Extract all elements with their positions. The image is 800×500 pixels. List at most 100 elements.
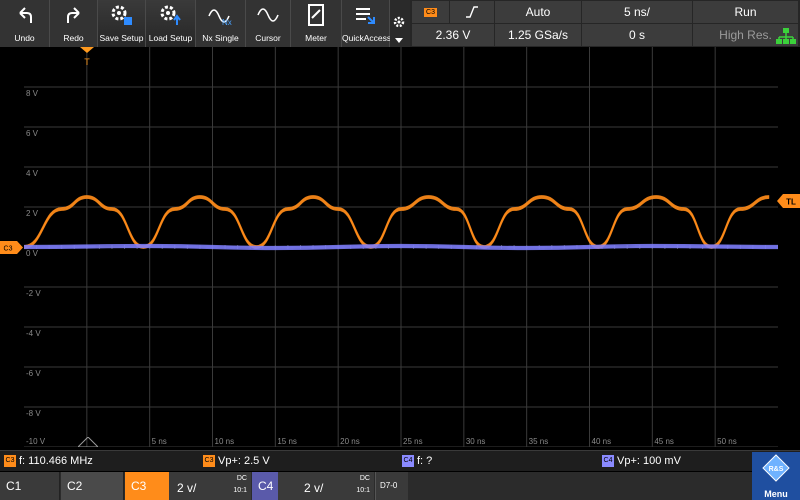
meter-icon [308, 4, 324, 26]
measurement-badge: C4 [602, 455, 614, 467]
channel-scale: 2 v/ [177, 481, 197, 495]
channel-name: C3 [131, 479, 147, 493]
x-tick-label: 50 ns [717, 437, 737, 446]
channel-name: C1 [6, 479, 22, 493]
measurement-badge: C3 [203, 455, 215, 467]
x-tick-label: 30 ns [466, 437, 486, 446]
channel-name: C2 [67, 479, 83, 493]
cursor-icon [257, 8, 279, 22]
measurement-c4-frequency[interactable]: C4 f: ? [402, 454, 432, 468]
y-tick-label: 4 V [26, 169, 39, 178]
nx-icon-text: Nx [222, 18, 232, 26]
save-setup-label: Save Setup [99, 33, 144, 43]
waveform-plot[interactable]: 8 V 6 V 4 V 2 V 0 V -2 V -4 V -6 V -8 V -10 V 5 n… [24, 47, 778, 447]
y-tick-label: 0 V [26, 249, 39, 258]
nx-single-icon: Nx [207, 9, 232, 26]
sample-rate[interactable]: 1.25 GSa/s [495, 24, 581, 46]
x-tick-label: 40 ns [592, 437, 612, 446]
x-tick-label: 20 ns [340, 437, 360, 446]
channel-c3-button[interactable]: C3 2 v/ DC 10:1 [125, 472, 251, 500]
x-tick-label: 25 ns [403, 437, 423, 446]
rohde-schwarz-logo: R&S [762, 454, 790, 482]
time-offset[interactable]: 0 s [582, 24, 692, 46]
channel-coupling: DC [359, 475, 370, 482]
y-tick-label: -2 V [26, 289, 41, 298]
undo-button[interactable]: Undo [0, 0, 50, 47]
x-tick-label: 35 ns [529, 437, 549, 446]
save-setup-button[interactable]: Save Setup [98, 0, 146, 47]
y-tick-label: 2 V [26, 209, 39, 218]
right-marker-strip [778, 47, 800, 447]
toolbar-settings-button[interactable] [390, 0, 408, 47]
meter-button[interactable]: Meter [291, 0, 342, 47]
gear-icon [393, 16, 405, 28]
x-tick-label: 45 ns [654, 437, 674, 446]
x-tick-label: 10 ns [215, 437, 235, 446]
status-panel: C3 Auto 5 ns/ Run 2.36 V 1.25 GSa/s 0 s … [410, 0, 800, 47]
redo-label: Redo [63, 33, 84, 43]
channel-scale: 2 v/ [304, 481, 324, 495]
undo-icon [18, 7, 32, 23]
lan-icon [776, 28, 796, 44]
channel-coupling: DC [236, 475, 247, 482]
measurement-c3-frequency[interactable]: C3 f: 110.466 MHz [4, 454, 93, 468]
channel-name: C4 [258, 479, 274, 493]
y-tick-label: -10 V [26, 437, 46, 446]
x-tick-label: 15 ns [277, 437, 297, 446]
measurement-text: f: ? [417, 455, 433, 467]
menu-label: Menu [764, 489, 788, 499]
channel-c2-button[interactable]: C2 [61, 472, 124, 500]
run-state[interactable]: Run [693, 1, 798, 23]
channel-c1-button[interactable]: C1 [0, 472, 60, 500]
rising-edge-icon [466, 6, 478, 18]
measurement-badge: C3 [4, 455, 16, 467]
trigger-time-marker[interactable]: T [80, 47, 94, 67]
trigger-level-marker-label: TL [786, 198, 796, 207]
load-setup-icon [160, 5, 181, 25]
nx-single-label: Nx Single [202, 33, 239, 43]
x-tick-label: 5 ns [152, 437, 167, 446]
trigger-mode[interactable]: Auto [495, 1, 581, 23]
measurement-badge: C4 [402, 455, 414, 467]
trigger-level[interactable]: 2.36 V [412, 24, 494, 46]
quickaccess-button[interactable]: QuickAccess [342, 0, 392, 47]
y-tick-label: -4 V [26, 329, 41, 338]
channel-probe: 10:1 [233, 487, 247, 494]
digital-d7-0-button[interactable]: D7-0 [375, 472, 408, 500]
chevron-down-icon [395, 38, 403, 43]
channel-name: D7-0 [380, 481, 398, 490]
channel-offset-marker-label: C3 [4, 246, 13, 253]
channel-bar-empty [409, 472, 752, 500]
redo-icon [66, 7, 80, 23]
menu-button[interactable]: R&S Menu [752, 452, 800, 500]
measurement-text: f: 110.466 MHz [19, 455, 93, 467]
load-setup-button[interactable]: Load Setup [146, 0, 196, 47]
channel-bar: C1 C2 C3 2 v/ DC 10:1 C4 2 v/ DC 10:1 D7… [0, 472, 800, 500]
trigger-slope-cell[interactable] [450, 1, 494, 23]
measurement-text: Vp+: 100 mV [617, 455, 681, 467]
nx-single-button[interactable]: Nx Nx Single [196, 0, 246, 47]
channel-c4-button[interactable]: C4 2 v/ DC 10:1 [252, 472, 374, 500]
time-scale[interactable]: 5 ns/ [582, 1, 692, 23]
cursor-label: Cursor [255, 33, 281, 43]
save-setup-icon [111, 5, 132, 25]
cursor-button[interactable]: Cursor [246, 0, 291, 47]
channel-offset-marker[interactable]: C3 [0, 241, 24, 254]
trigger-level-marker[interactable]: TL [777, 194, 800, 208]
meter-label: Meter [305, 33, 327, 43]
trigger-position-marker [78, 437, 98, 447]
y-tick-label: -6 V [26, 369, 41, 378]
quickaccess-label: QuickAccess [342, 33, 392, 43]
svg-text:R&S: R&S [769, 466, 784, 473]
measurement-text: Vp+: 2.5 V [218, 455, 270, 467]
redo-button[interactable]: Redo [50, 0, 98, 47]
quickaccess-icon [355, 8, 375, 24]
trigger-time-marker-label: T [84, 57, 90, 67]
load-setup-label: Load Setup [148, 33, 193, 43]
measurement-c4-vpeak[interactable]: C4 Vp+: 100 mV [602, 454, 681, 468]
trigger-source-badge: C3 [424, 7, 437, 17]
measurement-c3-vpeak[interactable]: C3 Vp+: 2.5 V [203, 454, 270, 468]
y-tick-label: 8 V [26, 89, 39, 98]
measurement-bar: C3 f: 110.466 MHz C3 Vp+: 2.5 V C4 f: ? … [0, 450, 800, 471]
trigger-source-cell[interactable]: C3 [412, 1, 449, 23]
